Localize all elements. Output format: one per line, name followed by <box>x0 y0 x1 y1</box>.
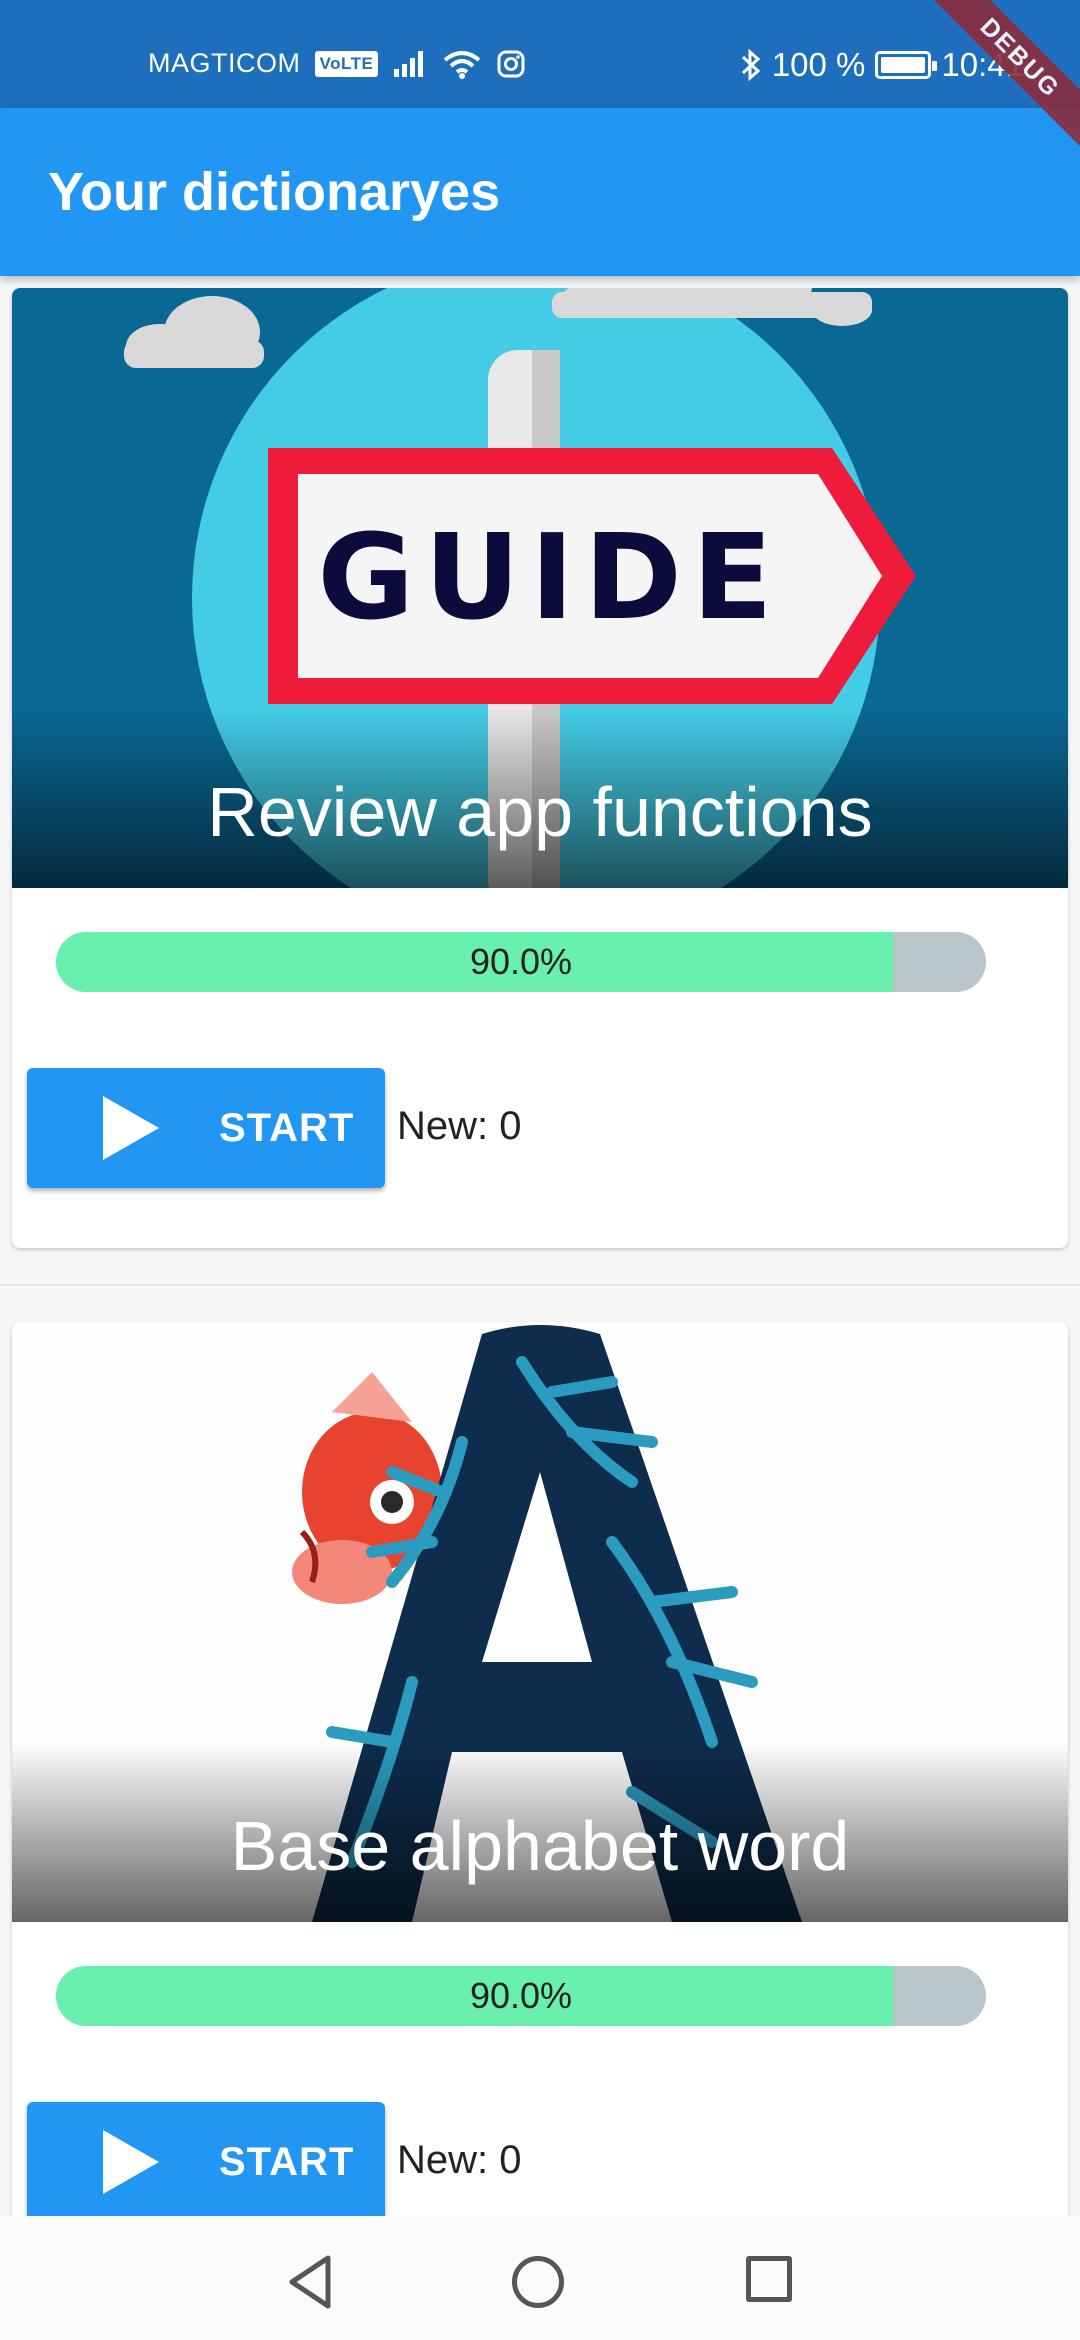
page-title: Your dictionaryes <box>48 162 501 222</box>
card-title: Base alphabet word <box>230 1807 850 1885</box>
start-button[interactable]: START <box>27 1068 385 1188</box>
progress-label: 90.0% <box>469 1975 573 2016</box>
divider <box>0 1284 1080 1286</box>
progress-bar: 90.0% <box>56 932 986 992</box>
new-words-count: New: 0 <box>397 1104 522 1148</box>
card-cover-image: Base alphabet word <box>12 1322 1068 1922</box>
dictionary-card[interactable]: Base alphabet word 90.0% START New: 0 <box>12 1322 1068 2340</box>
play-icon <box>103 2130 159 2194</box>
card-title: Review app functions <box>207 773 873 851</box>
progress-label: 90.0% <box>469 941 573 982</box>
signal-icon <box>394 50 424 77</box>
progress-bar: 90.0% <box>56 1966 986 2026</box>
start-button-label: START <box>219 1106 355 1150</box>
back-icon[interactable] <box>286 2254 334 2310</box>
status-left: MAGTICOM VoLTE <box>148 48 526 79</box>
recent-apps-icon[interactable] <box>746 2256 792 2302</box>
start-button-label: START <box>219 2140 355 2184</box>
home-icon[interactable] <box>512 2256 564 2308</box>
volte-badge: VoLTE <box>314 50 379 77</box>
start-button[interactable]: START <box>27 2102 385 2222</box>
carrier-label: MAGTICOM <box>148 48 301 78</box>
app-bar: Your dictionaryes <box>0 108 1080 276</box>
status-bar: MAGTICOM VoLTE 100 % 10:41 <box>0 0 1080 108</box>
instagram-icon <box>497 50 525 77</box>
battery-percent: 100 % <box>771 46 866 83</box>
dictionary-card[interactable]: GUIDE Review app functions 90.0% START N… <box>12 288 1068 1248</box>
bluetooth-icon <box>741 48 761 82</box>
battery-icon <box>875 51 938 79</box>
guide-sign-text: GUIDE <box>317 508 782 646</box>
card-cover-image: GUIDE Review app functions <box>12 288 1068 888</box>
system-nav-bar <box>0 2216 1080 2340</box>
play-icon <box>103 1096 159 1160</box>
new-words-count: New: 0 <box>397 2138 522 2182</box>
status-right: 100 % 10:41 <box>740 46 1024 84</box>
wifi-icon <box>444 50 481 79</box>
screen: MAGTICOM VoLTE 100 % 10:41 DEBUG Your di… <box>0 0 1080 2340</box>
